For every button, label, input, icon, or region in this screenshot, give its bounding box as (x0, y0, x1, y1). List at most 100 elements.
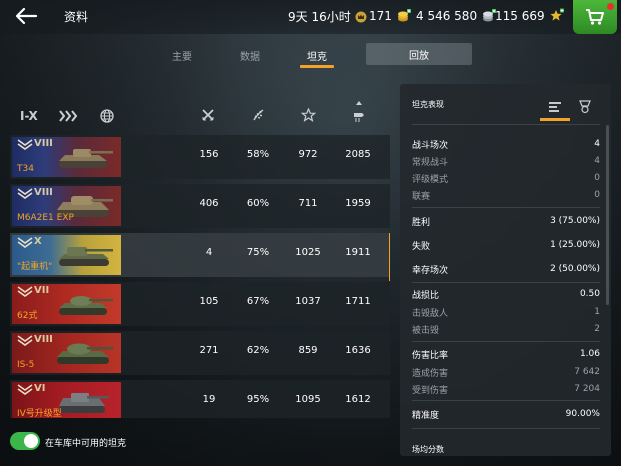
stat-value: 1 (594, 307, 600, 317)
tank-type-filter-icon[interactable] (58, 109, 80, 123)
gold-value: 171 (369, 9, 392, 23)
tank-tier: VIII (34, 138, 53, 149)
tab-tanks[interactable]: 坦克 (298, 44, 336, 68)
tank-image (57, 343, 113, 364)
winrate-value: 62% (246, 345, 270, 356)
gold-coins-icon (397, 9, 411, 22)
stat-label: 击毁敌人 (412, 308, 449, 319)
tank-card: VIII IS-5 (12, 333, 121, 373)
tank-row[interactable]: VII 62式 105 67% 1037 1711 (10, 282, 390, 326)
victories-laurel-icon[interactable] (251, 108, 265, 122)
tab-main[interactable]: 主要 (164, 44, 200, 66)
stat-value: 0 (594, 190, 600, 200)
tab-stats[interactable]: 数据 (232, 44, 268, 66)
stat-label: 精准度 (412, 410, 440, 421)
shopping-cart-icon (586, 9, 604, 25)
stat-label: 战斗场次 (412, 140, 449, 151)
nation-filter-globe-icon[interactable] (100, 109, 114, 123)
tank-row[interactable]: VIII IS-5 271 62% 859 1636 (10, 331, 390, 375)
panel-scrollbar[interactable] (606, 125, 609, 305)
stat-row: 胜利 3 (75.00%) (412, 213, 600, 229)
tier-chevron-icon (17, 335, 33, 346)
stat-label: 联赛 (412, 191, 431, 202)
divider (412, 400, 600, 401)
stat-label: 胜利 (412, 217, 431, 228)
experience-star-icon[interactable] (301, 108, 316, 122)
avg-damage-value: 1612 (345, 394, 371, 405)
credits-balance[interactable]: 4 546 580 (416, 8, 497, 24)
gold-balance[interactable]: 171 (369, 8, 412, 24)
tank-tier: X (34, 236, 42, 247)
panel-title: 坦克表现 (412, 100, 444, 109)
avg-damage-value: 1636 (345, 345, 371, 356)
winrate-value: 67% (246, 296, 270, 307)
tank-image (59, 296, 113, 315)
stat-value: 7 642 (574, 367, 600, 377)
tank-performance-panel: 坦克表现 战斗场次 4 常规战斗 4 评级模式 0 联赛 0 胜利 3 (75.00%) … (400, 84, 611, 456)
tank-name: "起重机" (17, 262, 53, 272)
free-xp-balance[interactable]: 115 669 (495, 8, 565, 24)
premium-timer[interactable]: 9天 16小时 (288, 8, 367, 25)
tier-chevron-icon (17, 384, 33, 395)
page-title: 资料 (64, 10, 89, 24)
stat-row: 幸存场次 2 (50.00%) (412, 261, 600, 277)
stat-label: 场均分数 (412, 444, 444, 454)
top-bar: 资料 9天 16小时 171 4 546 580 115 669 (0, 0, 621, 34)
toggle-label: 在车库中可用的坦克 (45, 439, 127, 449)
tank-tier: VII (34, 285, 50, 296)
tank-name: IV号升级型 (17, 409, 62, 418)
avg-xp-value: 859 (298, 345, 318, 356)
stat-row: 伤害比率 1.06 (412, 346, 600, 362)
stat-row: 被击毁 2 (412, 321, 600, 337)
stat-value: 0.50 (579, 289, 600, 299)
battles-value: 271 (199, 345, 219, 356)
tank-card: VII 62式 (12, 284, 121, 324)
tank-card: X "起重机" (12, 235, 121, 275)
tab-replays[interactable]: 回放 (366, 43, 472, 65)
panel-tab-stats[interactable] (540, 93, 570, 121)
tank-name: T34 (17, 164, 34, 174)
avg-damage-value: 2085 (345, 149, 371, 160)
panel-tab-awards[interactable] (570, 93, 600, 121)
stat-label: 受到伤害 (412, 385, 449, 396)
tank-image (59, 247, 113, 266)
shop-notification-dot (607, 3, 614, 10)
shop-button[interactable] (573, 0, 617, 34)
battles-crossed-swords-icon[interactable] (201, 108, 215, 122)
stat-value: 90.00% (565, 409, 600, 419)
tank-card: VIII T34 (12, 137, 121, 177)
battles-value: 4 (205, 247, 213, 258)
stats-list-icon (549, 102, 561, 112)
tank-row[interactable]: VIII M6A2E1 EXP 406 60% 711 1959 (10, 184, 390, 228)
premium-timer-text: 9天 16小时 (288, 10, 351, 24)
avg-xp-value: 1037 (295, 296, 321, 307)
profile-tabs: 主要 数据 坦克 (0, 44, 621, 68)
tank-row-selected[interactable]: X "起重机" 4 75% 1025 1911 (10, 233, 390, 281)
divider (412, 341, 600, 342)
avg-xp-value: 711 (298, 198, 318, 209)
tank-name: IS-5 (17, 360, 35, 370)
credits-value: 4 546 580 (416, 9, 478, 23)
tier-chevron-icon (17, 237, 33, 248)
back-button[interactable] (14, 6, 38, 26)
stat-label: 失败 (412, 241, 431, 252)
stat-row: 常规战斗 4 (412, 153, 600, 169)
tank-row[interactable]: VIII T34 156 58% 972 2085 (10, 135, 390, 179)
stat-label: 幸存场次 (412, 265, 449, 276)
tank-list: VIII T34 156 58% 972 2085 VIII M6A2E1 EX… (10, 135, 390, 418)
stat-row: 战斗场次 4 (412, 136, 600, 152)
tank-tier: VI (34, 383, 46, 394)
available-in-garage-toggle[interactable] (10, 432, 40, 450)
avg-xp-value: 972 (298, 149, 318, 160)
stat-label: 评级模式 (412, 174, 449, 185)
winrate-value: 58% (246, 149, 270, 160)
tier-filter[interactable]: I-X (20, 109, 38, 123)
tank-row[interactable]: VI IV号升级型 19 95% 1095 1612 (10, 380, 390, 418)
stat-value: 7 204 (574, 384, 600, 394)
damage-sort-icon[interactable] (352, 101, 366, 123)
award-medal-icon (579, 100, 591, 114)
stat-row: 场均分数 (412, 441, 600, 456)
stat-row: 失败 1 (25.00%) (412, 237, 600, 253)
stat-row: 评级模式 0 (412, 170, 600, 186)
tank-name: M6A2E1 EXP (17, 213, 74, 223)
